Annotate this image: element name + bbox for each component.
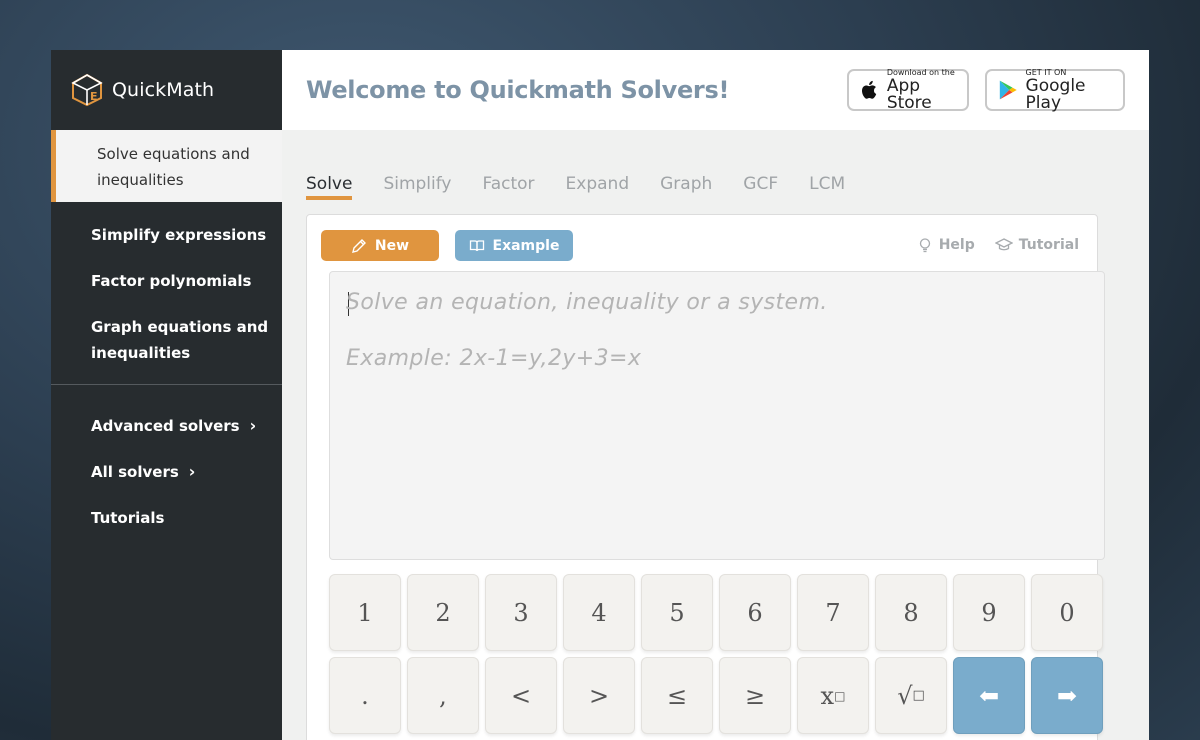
- keypad-row: . , < > ≤ ≥ x □ √ □ ⬅ ➡: [329, 657, 1103, 734]
- app-window: E QuickMath Solve equations and inequali…: [51, 50, 1149, 740]
- sqrt-box: □: [912, 688, 925, 703]
- book-icon: [469, 239, 484, 251]
- quickmath-logo-icon: E: [71, 73, 103, 107]
- help-links: Help Tutorial: [917, 237, 1079, 253]
- key-arrow-right[interactable]: ➡: [1031, 657, 1103, 734]
- chevron-right-icon: ›: [249, 416, 257, 435]
- app-store-text: Download on the App Store: [886, 68, 957, 113]
- page-title: Welcome to Quickmath Solvers!: [306, 76, 730, 104]
- key-less-or-equal[interactable]: ≤: [641, 657, 713, 734]
- svg-text:E: E: [90, 90, 98, 103]
- arrow-left-icon: ⬅: [978, 681, 1000, 710]
- key-9[interactable]: 9: [953, 574, 1025, 651]
- chevron-right-icon: ›: [188, 462, 196, 481]
- key-greater-or-equal[interactable]: ≥: [719, 657, 791, 734]
- sidebar-item-label: Simplify expressions: [91, 226, 267, 244]
- key-square-root[interactable]: √ □: [875, 657, 947, 734]
- sidebar-item-label: Solve equations and: [97, 145, 250, 163]
- solver-panel: New Example Help Tutorial Solve an equat…: [306, 214, 1105, 740]
- brand[interactable]: E QuickMath: [51, 50, 282, 130]
- sidebar-nav: Simplify expressions Factor polynomials …: [51, 202, 282, 376]
- new-button-label: New: [374, 237, 410, 254]
- key-5[interactable]: 5: [641, 574, 713, 651]
- sidebar-item-label: All solvers: [91, 463, 179, 481]
- pencil-icon: [351, 238, 366, 253]
- sidebar-item-label: Factor polynomials: [91, 272, 252, 290]
- power-exponent-box: □: [834, 688, 846, 703]
- solver-tabs: Solve Simplify Factor Expand Graph GCF L…: [306, 174, 845, 200]
- google-play-text: GET IT ON Google Play: [1025, 68, 1113, 113]
- sidebar-secondary-nav: Advanced solvers › All solvers › Tutorials: [51, 403, 282, 541]
- app-store-button[interactable]: Download on the App Store: [847, 68, 969, 113]
- key-3[interactable]: 3: [485, 574, 557, 651]
- example-button-label: Example: [492, 237, 560, 254]
- sidebar-item-graph[interactable]: Graph equations and inequalities: [51, 304, 282, 376]
- equation-input[interactable]: Solve an equation, inequality or a syste…: [329, 271, 1105, 560]
- tab-simplify[interactable]: Simplify: [383, 174, 451, 200]
- sidebar-item-factor[interactable]: Factor polynomials: [51, 258, 282, 304]
- key-2[interactable]: 2: [407, 574, 479, 651]
- sidebar-item-label: inequalities: [97, 171, 184, 189]
- google-play-button[interactable]: GET IT ON Google Play: [985, 68, 1125, 113]
- tutorial-link[interactable]: Tutorial: [994, 237, 1079, 253]
- graduation-cap-icon: [994, 238, 1013, 251]
- header: Welcome to Quickmath Solvers! Download o…: [282, 50, 1149, 130]
- new-button[interactable]: New: [321, 230, 439, 261]
- tab-gcf[interactable]: GCF: [743, 174, 778, 200]
- tab-solve[interactable]: Solve: [306, 174, 353, 200]
- key-decimal-point[interactable]: .: [329, 657, 401, 734]
- sidebar-item-label: Graph equations and: [91, 318, 269, 336]
- sidebar-item-label: Tutorials: [91, 509, 165, 527]
- google-play-big-text: Google Play: [1025, 75, 1086, 113]
- main-content: Welcome to Quickmath Solvers! Download o…: [282, 50, 1149, 740]
- key-7[interactable]: 7: [797, 574, 869, 651]
- sidebar-item-label: inequalities: [91, 344, 191, 362]
- apple-icon: [862, 80, 877, 99]
- key-4[interactable]: 4: [563, 574, 635, 651]
- tab-graph[interactable]: Graph: [660, 174, 712, 200]
- input-placeholder: Solve an equation, inequality or a syste…: [346, 290, 828, 315]
- math-keypad: 1 2 3 4 5 6 7 8 9 0 . , < > ≤ ≥ x □ √ □ …: [329, 574, 1103, 740]
- sidebar-divider: [51, 384, 282, 385]
- sqrt-icon: √: [897, 681, 913, 710]
- sidebar-item-solve[interactable]: Solve equations and inequalities: [51, 130, 282, 202]
- tab-lcm[interactable]: LCM: [809, 174, 845, 200]
- brand-name: QuickMath: [112, 79, 215, 101]
- tab-factor[interactable]: Factor: [483, 174, 535, 200]
- google-play-icon: [999, 80, 1017, 100]
- sidebar-item-tutorials[interactable]: Tutorials: [51, 495, 282, 541]
- tutorial-label: Tutorial: [1018, 237, 1079, 253]
- sidebar: E QuickMath Solve equations and inequali…: [51, 50, 282, 740]
- help-label: Help: [938, 237, 975, 253]
- sidebar-item-all-solvers[interactable]: All solvers ›: [51, 449, 282, 495]
- sidebar-item-simplify[interactable]: Simplify expressions: [51, 212, 282, 258]
- store-badges: Download on the App Store GET IT ON Goog…: [847, 68, 1125, 113]
- arrow-right-icon: ➡: [1056, 681, 1078, 710]
- keypad-row: 1 2 3 4 5 6 7 8 9 0: [329, 574, 1103, 651]
- key-1[interactable]: 1: [329, 574, 401, 651]
- key-greater-than[interactable]: >: [563, 657, 635, 734]
- key-power[interactable]: x □: [797, 657, 869, 734]
- key-arrow-left[interactable]: ⬅: [953, 657, 1025, 734]
- key-0[interactable]: 0: [1031, 574, 1103, 651]
- sidebar-item-label: Advanced solvers: [91, 417, 240, 435]
- help-link[interactable]: Help: [917, 237, 975, 253]
- lightbulb-icon: [919, 238, 930, 253]
- tab-expand[interactable]: Expand: [566, 174, 630, 200]
- key-6[interactable]: 6: [719, 574, 791, 651]
- sidebar-item-advanced-solvers[interactable]: Advanced solvers ›: [51, 403, 282, 449]
- power-base: x: [820, 681, 835, 710]
- example-button[interactable]: Example: [455, 230, 573, 261]
- key-comma[interactable]: ,: [407, 657, 479, 734]
- key-8[interactable]: 8: [875, 574, 947, 651]
- app-store-big-text: App Store: [886, 75, 932, 113]
- key-less-than[interactable]: <: [485, 657, 557, 734]
- input-example-hint: Example: 2x-1=y,2y+3=x: [346, 346, 642, 371]
